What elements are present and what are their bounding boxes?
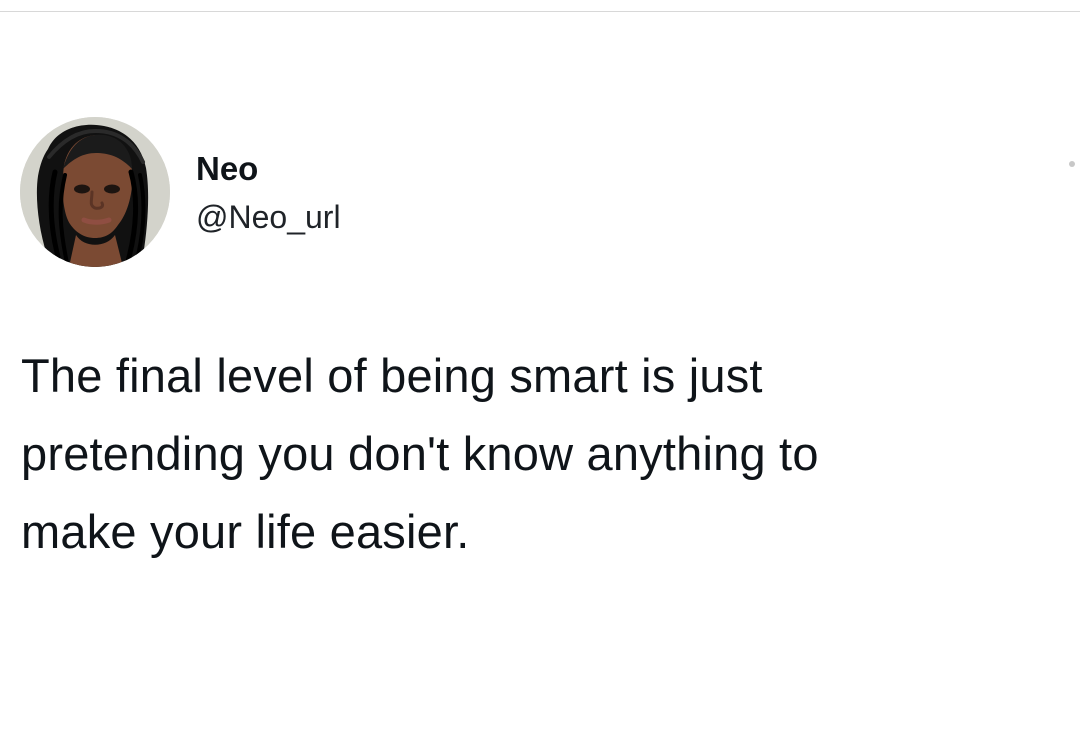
tweet-text: The final level of being smart is just p… xyxy=(21,337,1071,571)
author-handle[interactable]: @Neo_url xyxy=(196,198,341,236)
more-options-icon[interactable] xyxy=(1069,161,1075,167)
tweet-text-line: make your life easier. xyxy=(21,505,470,558)
author-avatar[interactable] xyxy=(20,117,170,267)
tweet-text-line: pretending you don't know anything to xyxy=(21,427,819,480)
tweet-text-line: The final level of being smart is just xyxy=(21,349,763,402)
profile-photo-icon xyxy=(20,117,170,267)
author-display-name[interactable]: Neo xyxy=(196,150,258,188)
